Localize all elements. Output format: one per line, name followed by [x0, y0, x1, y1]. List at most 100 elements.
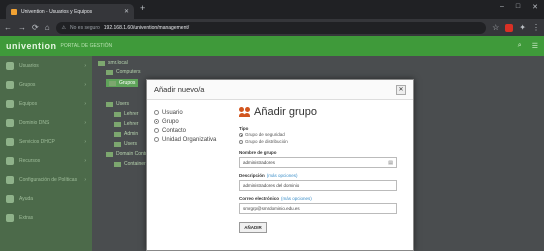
sidebar-item-equipos[interactable]: Equipos ›: [0, 94, 92, 113]
sidebar-item-label: Dominio DNS: [19, 119, 50, 126]
forward-icon[interactable]: →: [18, 23, 26, 32]
chevron-right-icon: ›: [84, 62, 86, 69]
tipo-option-seguridad[interactable]: Grupo de seguridad: [239, 131, 409, 138]
warning-icon: ⚠: [61, 24, 67, 31]
sidebar-item-label: Equipos: [19, 100, 38, 107]
sidebar-item-label: Configuración de Políticas: [19, 176, 78, 183]
tree-node[interactable]: Computers: [106, 69, 140, 75]
tree-node-label: smr.local: [108, 60, 128, 66]
sidebar-item-label: Servicios DHCP: [19, 138, 55, 145]
chevron-right-icon: ›: [84, 100, 86, 107]
sidebar-item-label: Grupos: [19, 81, 36, 88]
extensions-puzzle-icon[interactable]: ✦: [519, 23, 526, 32]
add-button[interactable]: AÑADIR: [239, 222, 267, 233]
email-field[interactable]: smrgrp@smrdominio.edu.es: [239, 203, 397, 214]
close-window-icon[interactable]: ✕: [532, 3, 538, 11]
type-option-contacto[interactable]: Contacto: [154, 126, 216, 135]
folder-icon: [114, 161, 121, 167]
policy-icon: [6, 175, 14, 184]
tree-node[interactable]: Lehrer: [114, 121, 138, 127]
tree-node[interactable]: Admin: [114, 131, 138, 137]
group-name-field[interactable]: administradores ▤: [239, 157, 397, 168]
description-label: Descripción (más opciones): [239, 173, 409, 178]
tipo-option-distribucion[interactable]: Grupo de distribución: [239, 138, 409, 145]
description-label-text: Descripción: [239, 173, 265, 178]
dns-icon: [6, 118, 14, 127]
folder-icon: [106, 101, 113, 107]
chevron-right-icon: ›: [84, 157, 86, 164]
sidebar-item-dhcp[interactable]: Servicios DHCP ›: [0, 132, 92, 151]
radio-icon: [154, 128, 159, 133]
menu-icon[interactable]: ☰: [532, 42, 538, 50]
sidebar-item-label: Ayuda: [19, 195, 34, 202]
folder-icon: [98, 60, 105, 66]
sidebar-item-usuarios[interactable]: Usuarios ›: [0, 56, 92, 75]
radio-icon: [239, 139, 243, 144]
type-option-unidad-organizativa[interactable]: Unidad Organizativa: [154, 135, 216, 144]
group-name-value: administradores: [243, 160, 276, 165]
sidebar-item-label: Extras: [19, 214, 34, 221]
extension-icon[interactable]: [505, 23, 514, 32]
folder-icon: [114, 141, 121, 147]
user-icon: [6, 61, 14, 70]
network-icon: [6, 137, 14, 146]
tree-node-label: Admin: [124, 131, 139, 137]
chevron-right-icon: ›: [84, 176, 86, 183]
group-icon: [239, 107, 250, 117]
sidebar-item-politicas[interactable]: Configuración de Políticas ›: [0, 170, 92, 189]
dialog-header: Añadir nuevo/a ✕: [147, 80, 413, 100]
sidebar-item-recursos[interactable]: Recursos ›: [0, 151, 92, 170]
radio-icon: [154, 110, 159, 115]
tree-node[interactable]: Lehrer: [114, 111, 138, 117]
type-option-usuario[interactable]: Usuario: [154, 108, 216, 117]
sidebar-item-dns[interactable]: Dominio DNS ›: [0, 113, 92, 132]
tab-close-icon[interactable]: ✕: [124, 8, 129, 15]
tree-node[interactable]: Users: [114, 141, 137, 147]
form-title-text: Añadir grupo: [254, 106, 317, 118]
folder-icon: [106, 69, 113, 75]
description-value: administradores del dominio: [243, 183, 300, 188]
address-security-label: No es seguro: [70, 24, 100, 31]
email-more-options-link[interactable]: (más opciones): [281, 196, 312, 201]
sidebar-item-extras[interactable]: Extras: [0, 208, 92, 227]
dialog-title: Añadir nuevo/a: [154, 85, 205, 94]
form-title: Añadir grupo: [239, 104, 409, 120]
app-subtitle: PORTAL DE GESTIÓN: [60, 43, 113, 49]
folder-icon: [106, 151, 113, 157]
address-url: 192.168.1.60/univention/management/: [103, 24, 190, 31]
close-icon[interactable]: ✕: [396, 84, 406, 95]
group-icon: [6, 80, 14, 89]
reload-icon[interactable]: ⟳: [32, 23, 39, 32]
description-more-options-link[interactable]: (más opciones): [267, 173, 298, 178]
browser-tab[interactable]: Univention - Usuarios y Equipos ✕: [6, 4, 134, 19]
back-icon[interactable]: ←: [4, 23, 12, 32]
group-name-label: Nombre de grupo: [239, 150, 277, 155]
menu-dots-icon[interactable]: ⋮: [532, 23, 540, 32]
sidebar-item-ayuda[interactable]: Ayuda: [0, 189, 92, 208]
tree-node[interactable]: smr.local: [98, 60, 128, 66]
email-value: smrgrp@smrdominio.edu.es: [243, 206, 300, 211]
clipboard-icon[interactable]: ▤: [388, 160, 393, 166]
new-tab-icon[interactable]: +: [140, 3, 145, 13]
email-label-text: Correo electrónico: [239, 196, 280, 201]
favicon-icon: [11, 8, 17, 15]
address-bar[interactable]: ⚠ No es seguro 192.168.1.60/univention/m…: [55, 21, 487, 34]
bookmark-star-icon[interactable]: ☆: [492, 23, 499, 32]
sidebar-item-grupos[interactable]: Grupos ›: [0, 75, 92, 94]
computer-icon: [6, 99, 14, 108]
maximize-icon[interactable]: □: [516, 3, 520, 11]
tree-node-selected[interactable]: Grupos: [106, 79, 139, 87]
type-option-label: Grupo: [162, 118, 179, 125]
home-icon[interactable]: ⌂: [45, 23, 50, 32]
description-field[interactable]: administradores del dominio: [239, 180, 397, 191]
tree-node[interactable]: Container: [114, 161, 146, 167]
tipo-option-label: Grupo de distribución: [245, 139, 288, 144]
type-option-label: Unidad Organizativa: [162, 136, 217, 143]
minimize-icon[interactable]: –: [500, 3, 504, 11]
chevron-right-icon: ›: [84, 138, 86, 145]
sidebar-item-label: Recursos: [19, 157, 41, 164]
tree-node[interactable]: Users: [106, 101, 129, 107]
app-logo[interactable]: univention: [6, 41, 57, 51]
type-option-grupo[interactable]: Grupo: [154, 117, 216, 126]
search-icon[interactable]: ⌕: [518, 42, 522, 50]
